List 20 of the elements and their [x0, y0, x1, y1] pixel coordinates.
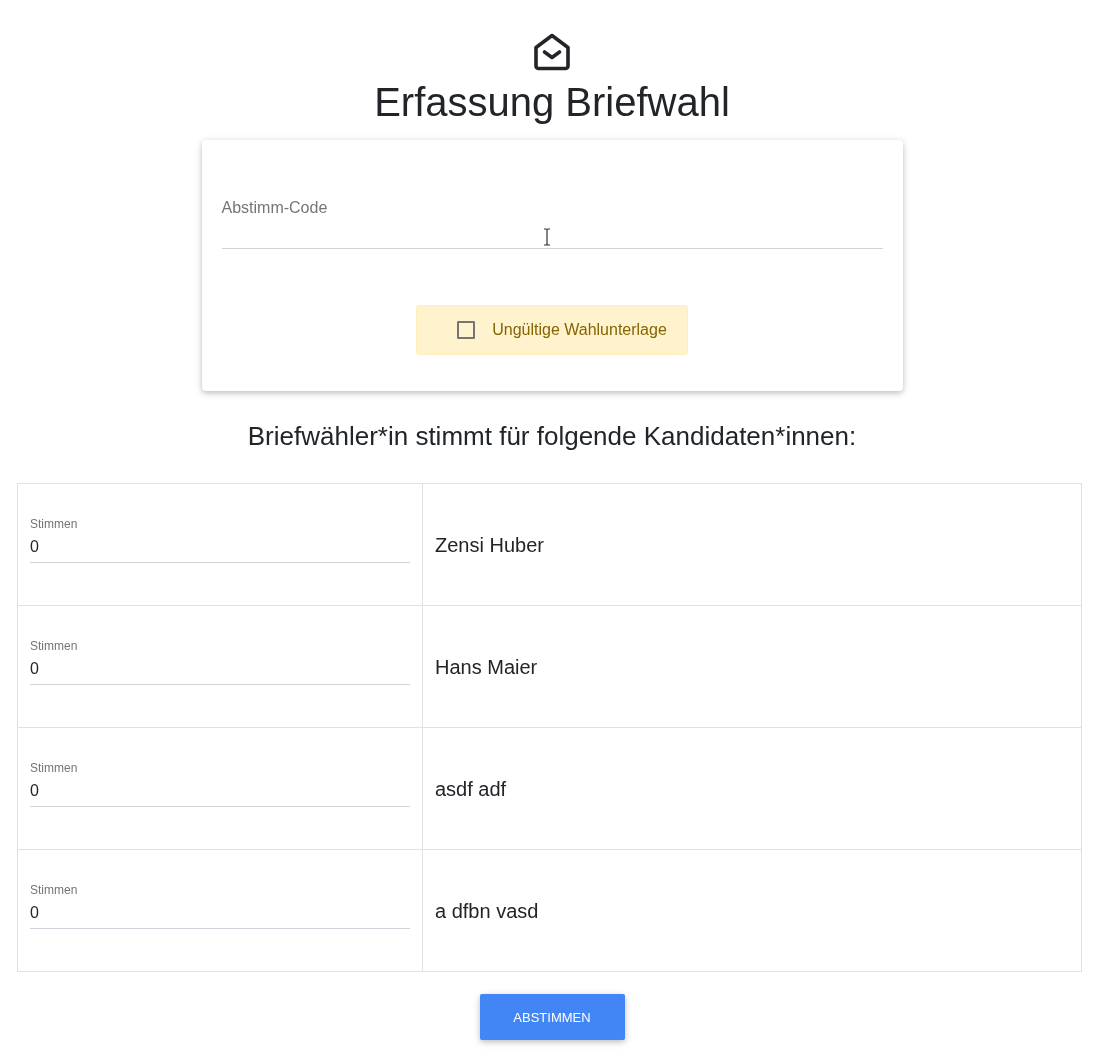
- votes-label: Stimmen: [30, 639, 79, 653]
- votes-input[interactable]: 0: [30, 775, 410, 807]
- candidate-name: Zensi Huber: [435, 533, 544, 556]
- open-envelope-icon: [532, 32, 572, 72]
- votes-input[interactable]: 0: [30, 653, 410, 685]
- votes-label: Stimmen: [30, 883, 79, 897]
- candidate-name: Hans Maier: [435, 655, 538, 678]
- candidate-name: a dfbn vasd: [435, 899, 539, 922]
- submit-button[interactable]: ABSTIMMEN: [479, 994, 625, 1040]
- votes-label: Stimmen: [30, 517, 79, 531]
- field-label: Abstimm-Code: [221, 198, 328, 217]
- text-cursor-icon: [542, 228, 551, 246]
- votes-input[interactable]: 0: [30, 531, 410, 563]
- checkbox[interactable]: [457, 321, 476, 339]
- votes-label: Stimmen: [30, 761, 79, 775]
- page-title: Erfassung Briefwahl: [374, 79, 730, 126]
- votes-input[interactable]: 0: [30, 897, 410, 929]
- invalid-ballot-option[interactable]: Ungültige Wahlunterlage: [416, 305, 688, 355]
- candidate-name: asdf adf: [435, 777, 507, 800]
- section-heading: Briefwähler*in stimmt für folgende Kandidaten*innen:: [247, 420, 857, 452]
